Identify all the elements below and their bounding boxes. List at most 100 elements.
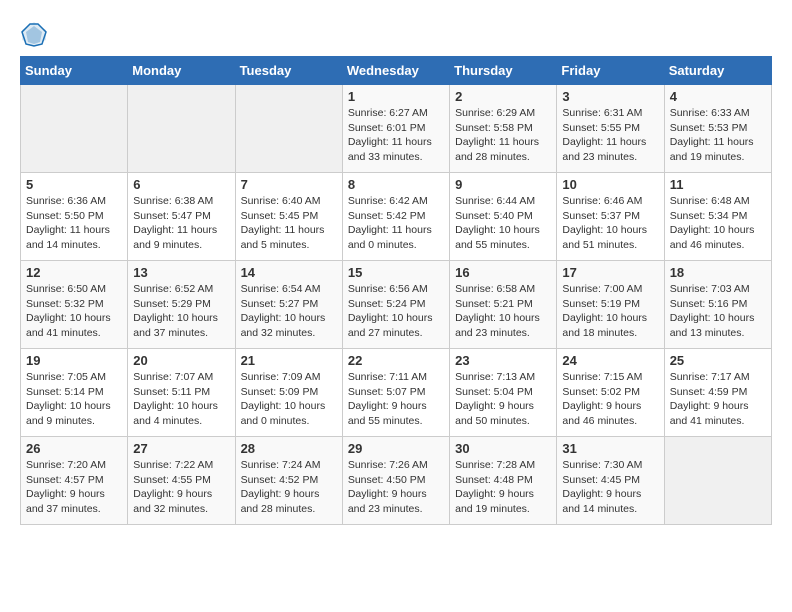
calendar-day-8: 8Sunrise: 6:42 AM Sunset: 5:42 PM Daylig… (342, 173, 449, 261)
day-detail: Sunrise: 6:58 AM Sunset: 5:21 PM Dayligh… (455, 282, 551, 341)
day-number: 8 (348, 177, 444, 192)
day-detail: Sunrise: 6:52 AM Sunset: 5:29 PM Dayligh… (133, 282, 229, 341)
calendar-day-6: 6Sunrise: 6:38 AM Sunset: 5:47 PM Daylig… (128, 173, 235, 261)
empty-day (235, 85, 342, 173)
day-number: 15 (348, 265, 444, 280)
day-number: 16 (455, 265, 551, 280)
day-number: 29 (348, 441, 444, 456)
day-detail: Sunrise: 7:00 AM Sunset: 5:19 PM Dayligh… (562, 282, 658, 341)
empty-day (128, 85, 235, 173)
calendar-day-10: 10 Sunrise: 6:46 AM Sunset: 5:37 PM Dayli… (557, 173, 664, 261)
day-detail: Sunrise: 6:40 AM Sunset: 5:45 PM Dayligh… (241, 194, 337, 253)
calendar-day-4: 4 Sunrise: 6:33 AM Sunset: 5:53 PM Daylig… (664, 85, 771, 173)
day-detail: Sunrise: 6:50 AM Sunset: 5:32 PM Dayligh… (26, 282, 122, 341)
day-number: 19 (26, 353, 122, 368)
calendar-day-9: 9 Sunrise: 6:44 AM Sunset: 5:40 PM Daylig… (450, 173, 557, 261)
day-detail: Sunrise: 7:22 AM Sunset: 4:55 PM Dayligh… (133, 458, 229, 517)
day-detail: Sunrise: 7:15 AM Sunset: 5:02 PM Dayligh… (562, 370, 658, 429)
day-number: 7 (241, 177, 337, 192)
calendar-day-24: 24Sunrise: 7:15 AM Sunset: 5:02 PM Dayli… (557, 349, 664, 437)
calendar-day-28: 28 Sunrise: 7:24 AM Sunset: 4:52 PM Dayli… (235, 437, 342, 525)
day-number: 12 (26, 265, 122, 280)
calendar-week-row: 12 Sunrise: 6:50 AM Sunset: 5:32 PM Dayli… (21, 261, 772, 349)
calendar-week-row: 19Sunrise: 7:05 AM Sunset: 5:14 PM Dayli… (21, 349, 772, 437)
calendar-day-31: 31Sunrise: 7:30 AM Sunset: 4:45 PM Dayli… (557, 437, 664, 525)
calendar-day-21: 21 Sunrise: 7:09 AM Sunset: 5:09 PM Dayli… (235, 349, 342, 437)
calendar-day-14: 14 Sunrise: 6:54 AM Sunset: 5:27 PM Dayli… (235, 261, 342, 349)
calendar-day-5: 5 Sunrise: 6:36 AM Sunset: 5:50 PM Daylig… (21, 173, 128, 261)
day-detail: Sunrise: 7:28 AM Sunset: 4:48 PM Dayligh… (455, 458, 551, 517)
calendar-day-13: 13 Sunrise: 6:52 AM Sunset: 5:29 PM Dayli… (128, 261, 235, 349)
day-detail: Sunrise: 6:33 AM Sunset: 5:53 PM Dayligh… (670, 106, 766, 165)
calendar-day-16: 16 Sunrise: 6:58 AM Sunset: 5:21 PM Dayli… (450, 261, 557, 349)
calendar-day-18: 18Sunrise: 7:03 AM Sunset: 5:16 PM Dayli… (664, 261, 771, 349)
day-number: 23 (455, 353, 551, 368)
day-number: 1 (348, 89, 444, 104)
day-number: 4 (670, 89, 766, 104)
day-number: 6 (133, 177, 229, 192)
day-detail: Sunrise: 6:31 AM Sunset: 5:55 PM Dayligh… (562, 106, 658, 165)
day-detail: Sunrise: 6:54 AM Sunset: 5:27 PM Dayligh… (241, 282, 337, 341)
day-number: 25 (670, 353, 766, 368)
day-number: 30 (455, 441, 551, 456)
day-detail: Sunrise: 6:56 AM Sunset: 5:24 PM Dayligh… (348, 282, 444, 341)
day-number: 10 (562, 177, 658, 192)
logo-icon (20, 20, 48, 48)
day-number: 13 (133, 265, 229, 280)
day-number: 22 (348, 353, 444, 368)
day-number: 2 (455, 89, 551, 104)
weekday-header-wednesday: Wednesday (342, 57, 449, 85)
day-number: 9 (455, 177, 551, 192)
calendar-day-23: 23 Sunrise: 7:13 AM Sunset: 5:04 PM Dayli… (450, 349, 557, 437)
calendar-week-row: 26Sunrise: 7:20 AM Sunset: 4:57 PM Dayli… (21, 437, 772, 525)
calendar-day-25: 25 Sunrise: 7:17 AM Sunset: 4:59 PM Dayli… (664, 349, 771, 437)
calendar-day-20: 20 Sunrise: 7:07 AM Sunset: 5:11 PM Dayli… (128, 349, 235, 437)
day-number: 11 (670, 177, 766, 192)
day-number: 28 (241, 441, 337, 456)
day-detail: Sunrise: 7:26 AM Sunset: 4:50 PM Dayligh… (348, 458, 444, 517)
calendar-day-22: 22 Sunrise: 7:11 AM Sunset: 5:07 PM Dayli… (342, 349, 449, 437)
day-number: 20 (133, 353, 229, 368)
day-number: 3 (562, 89, 658, 104)
day-detail: Sunrise: 7:09 AM Sunset: 5:09 PM Dayligh… (241, 370, 337, 429)
day-detail: Sunrise: 7:11 AM Sunset: 5:07 PM Dayligh… (348, 370, 444, 429)
weekday-header-sunday: Sunday (21, 57, 128, 85)
day-number: 27 (133, 441, 229, 456)
calendar-day-19: 19Sunrise: 7:05 AM Sunset: 5:14 PM Dayli… (21, 349, 128, 437)
day-number: 31 (562, 441, 658, 456)
day-number: 5 (26, 177, 122, 192)
calendar-day-2: 2 Sunrise: 6:29 AM Sunset: 5:58 PM Daylig… (450, 85, 557, 173)
calendar-day-27: 27 Sunrise: 7:22 AM Sunset: 4:55 PM Dayli… (128, 437, 235, 525)
calendar-week-row: 5 Sunrise: 6:36 AM Sunset: 5:50 PM Daylig… (21, 173, 772, 261)
day-number: 17 (562, 265, 658, 280)
calendar-day-17: 17 Sunrise: 7:00 AM Sunset: 5:19 PM Dayli… (557, 261, 664, 349)
day-detail: Sunrise: 7:13 AM Sunset: 5:04 PM Dayligh… (455, 370, 551, 429)
day-detail: Sunrise: 6:44 AM Sunset: 5:40 PM Dayligh… (455, 194, 551, 253)
calendar-day-15: 15 Sunrise: 6:56 AM Sunset: 5:24 PM Dayli… (342, 261, 449, 349)
calendar-day-1: 1Sunrise: 6:27 AM Sunset: 6:01 PM Daylig… (342, 85, 449, 173)
day-detail: Sunrise: 6:29 AM Sunset: 5:58 PM Dayligh… (455, 106, 551, 165)
empty-day (664, 437, 771, 525)
calendar-week-row: 1Sunrise: 6:27 AM Sunset: 6:01 PM Daylig… (21, 85, 772, 173)
day-detail: Sunrise: 6:48 AM Sunset: 5:34 PM Dayligh… (670, 194, 766, 253)
weekday-header-thursday: Thursday (450, 57, 557, 85)
calendar-day-12: 12 Sunrise: 6:50 AM Sunset: 5:32 PM Dayli… (21, 261, 128, 349)
calendar-day-3: 3 Sunrise: 6:31 AM Sunset: 5:55 PM Daylig… (557, 85, 664, 173)
day-detail: Sunrise: 7:03 AM Sunset: 5:16 PM Dayligh… (670, 282, 766, 341)
day-detail: Sunrise: 7:17 AM Sunset: 4:59 PM Dayligh… (670, 370, 766, 429)
day-detail: Sunrise: 6:46 AM Sunset: 5:37 PM Dayligh… (562, 194, 658, 253)
weekday-header-row: SundayMondayTuesdayWednesdayThursdayFrid… (21, 57, 772, 85)
calendar-day-7: 7 Sunrise: 6:40 AM Sunset: 5:45 PM Daylig… (235, 173, 342, 261)
page: SundayMondayTuesdayWednesdayThursdayFrid… (0, 0, 792, 535)
weekday-header-friday: Friday (557, 57, 664, 85)
empty-day (21, 85, 128, 173)
day-detail: Sunrise: 7:07 AM Sunset: 5:11 PM Dayligh… (133, 370, 229, 429)
day-number: 14 (241, 265, 337, 280)
weekday-header-saturday: Saturday (664, 57, 771, 85)
day-number: 21 (241, 353, 337, 368)
calendar-table: SundayMondayTuesdayWednesdayThursdayFrid… (20, 56, 772, 525)
day-detail: Sunrise: 7:24 AM Sunset: 4:52 PM Dayligh… (241, 458, 337, 517)
day-detail: Sunrise: 6:36 AM Sunset: 5:50 PM Dayligh… (26, 194, 122, 253)
calendar-day-26: 26Sunrise: 7:20 AM Sunset: 4:57 PM Dayli… (21, 437, 128, 525)
header (20, 20, 772, 48)
